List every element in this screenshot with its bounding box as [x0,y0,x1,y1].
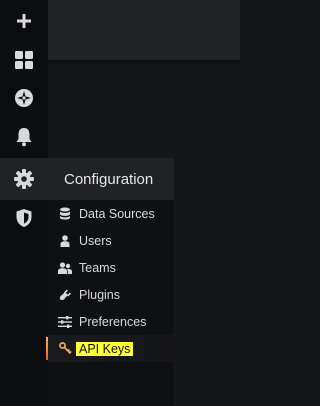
database-icon [58,207,72,221]
bell-icon [16,128,32,147]
menu-item-api-keys[interactable]: API Keys [46,335,174,362]
nav-item-dashboards[interactable] [0,39,48,81]
menu-item-label: Preferences [79,314,147,329]
side-menu [0,0,48,406]
navbar-shadow [48,60,240,66]
nav-item-alerting[interactable] [0,116,48,158]
user-icon [58,234,72,248]
dashboards-grid-icon [15,51,33,69]
key-icon [58,342,72,356]
menu-item-label: Teams [79,260,116,275]
menu-item-label: API Keys [76,341,134,356]
dropdown-header[interactable]: Configuration [48,158,174,200]
top-navbar [48,0,240,60]
configuration-dropdown: Configuration Data Sources Users Teams P… [46,158,174,406]
menu-item-plugins[interactable]: Plugins [48,281,174,308]
menu-item-label: Users [79,233,112,248]
menu-item-preferences[interactable]: Preferences [48,308,174,335]
menu-item-label: Data Sources [79,206,155,221]
shield-icon [16,209,32,227]
nav-item-create[interactable] [0,0,48,42]
gear-icon [14,169,34,189]
menu-item-label: Plugins [79,287,120,302]
plug-icon [58,288,72,302]
plus-icon [17,14,31,28]
users-icon [58,261,72,275]
nav-item-explore[interactable] [0,77,48,119]
menu-item-teams[interactable]: Teams [48,254,174,281]
sliders-icon [58,315,72,329]
nav-item-server-admin[interactable] [0,197,48,239]
compass-icon [15,89,33,107]
dropdown-title: Configuration [64,170,154,188]
menu-item-users[interactable]: Users [48,227,174,254]
menu-item-data-sources[interactable]: Data Sources [48,200,174,227]
nav-item-configuration[interactable] [0,158,48,200]
